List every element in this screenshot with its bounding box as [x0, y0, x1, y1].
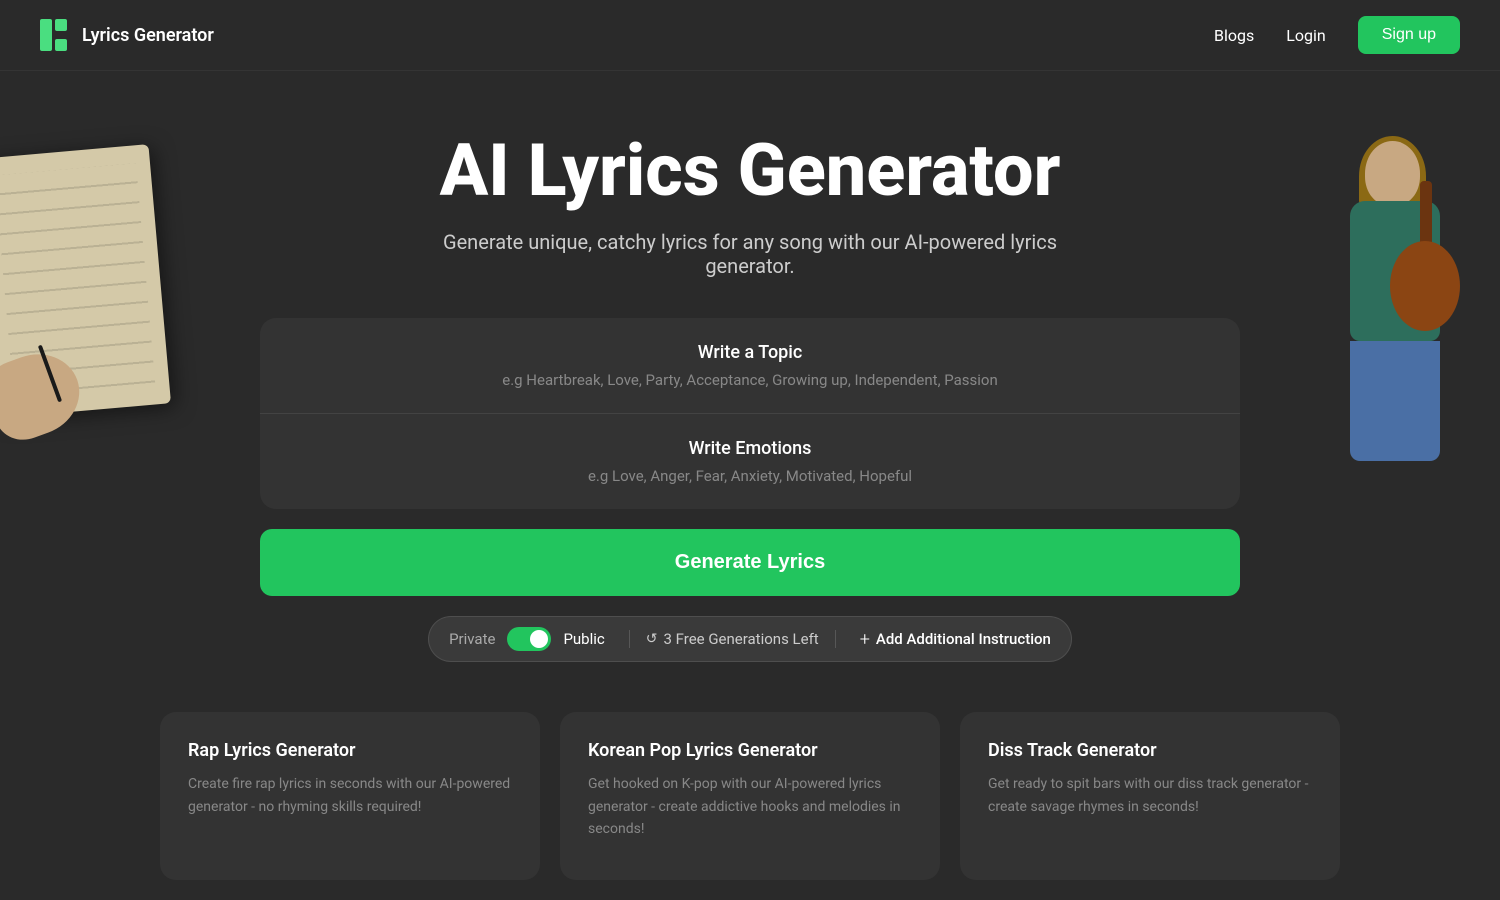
logo[interactable]: Lyrics Generator [40, 19, 214, 51]
public-label: Public [563, 630, 604, 648]
card-rap[interactable]: Rap Lyrics Generator Create fire rap lyr… [160, 712, 540, 880]
add-instruction-label: Add Additional Instruction [876, 630, 1051, 648]
card-kpop-title: Korean Pop Lyrics Generator [588, 740, 912, 761]
login-link[interactable]: Login [1286, 26, 1325, 45]
logo-icon [40, 19, 72, 51]
card-diss-desc: Get ready to spit bars with our diss tra… [988, 773, 1312, 818]
cards-section: Rap Lyrics Generator Create fire rap lyr… [0, 712, 1500, 880]
card-rap-desc: Create fire rap lyrics in seconds with o… [188, 773, 512, 818]
plus-icon: + [860, 629, 870, 650]
blogs-link[interactable]: Blogs [1214, 26, 1254, 45]
refresh-icon: ↺ [646, 631, 658, 647]
toggle-thumb [530, 630, 548, 648]
privacy-toggle[interactable] [507, 627, 551, 651]
generations-left-text: 3 Free Generations Left [664, 630, 819, 648]
topic-label: Write a Topic [292, 342, 1208, 363]
person-legs [1350, 341, 1440, 461]
logo-text: Lyrics Generator [82, 25, 214, 46]
topic-placeholder: e.g Heartbreak, Love, Party, Acceptance,… [292, 371, 1208, 389]
guitar-body [1390, 241, 1460, 331]
hero-title: AI Lyrics Generator [440, 131, 1061, 210]
person-head [1365, 141, 1420, 206]
topic-field[interactable]: Write a Topic e.g Heartbreak, Love, Part… [260, 318, 1240, 414]
card-diss-title: Diss Track Generator [988, 740, 1312, 761]
notebook-image [0, 144, 171, 418]
emotions-label: Write Emotions [292, 438, 1208, 459]
generate-lyrics-button[interactable]: Generate Lyrics [260, 529, 1240, 596]
navbar: Lyrics Generator Blogs Login Sign up [0, 0, 1500, 71]
card-kpop[interactable]: Korean Pop Lyrics Generator Get hooked o… [560, 712, 940, 880]
toggle-track [507, 627, 551, 651]
private-label: Private [449, 630, 495, 648]
signup-button[interactable]: Sign up [1358, 16, 1460, 54]
add-instruction-button[interactable]: + Add Additional Instruction [844, 629, 1051, 650]
card-diss[interactable]: Diss Track Generator Get ready to spit b… [960, 712, 1340, 880]
card-kpop-desc: Get hooked on K-pop with our AI-powered … [588, 773, 912, 840]
card-rap-title: Rap Lyrics Generator [188, 740, 512, 761]
lyrics-form: Write a Topic e.g Heartbreak, Love, Part… [260, 318, 1240, 509]
hero-section: AI Lyrics Generator Generate unique, cat… [0, 71, 1500, 880]
right-decoration [1240, 121, 1500, 481]
generations-left: ↺ 3 Free Generations Left [629, 630, 836, 648]
hero-subtitle: Generate unique, catchy lyrics for any s… [410, 230, 1090, 278]
guitar-person-image [1240, 121, 1470, 461]
emotions-field[interactable]: Write Emotions e.g Love, Anger, Fear, An… [260, 414, 1240, 509]
controls-row: Private Public ↺ 3 Free Generations Left… [428, 616, 1072, 662]
nav-links: Blogs Login Sign up [1214, 16, 1460, 54]
emotions-placeholder: e.g Love, Anger, Fear, Anxiety, Motivate… [292, 467, 1208, 485]
left-decoration [0, 151, 185, 461]
